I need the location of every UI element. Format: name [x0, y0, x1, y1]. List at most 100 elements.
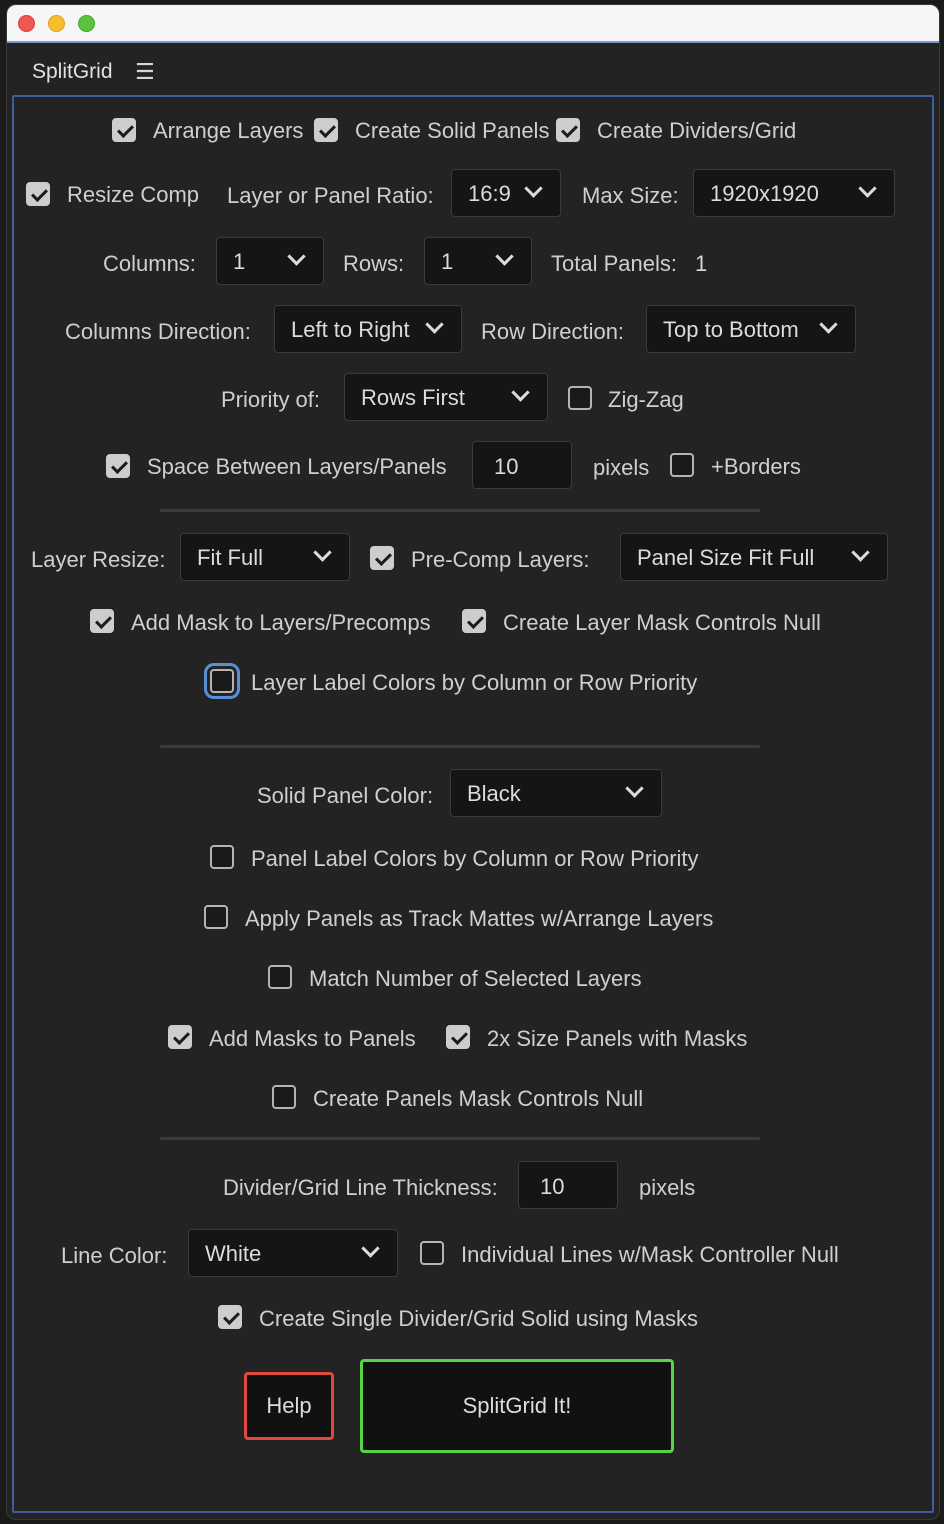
panels-mask-null-label: Create Panels Mask Controls Null [313, 1086, 644, 1111]
title-bar [7, 5, 939, 43]
layer-resize-value: Fit Full [197, 545, 263, 570]
solid-panel-color-dropdown[interactable]: Black [450, 769, 662, 817]
priority-dropdown[interactable]: Rows First [344, 373, 548, 421]
panels-mask-null-checkbox[interactable] [272, 1085, 296, 1109]
space-between-checkbox[interactable] [106, 454, 130, 478]
create-dividers-label: Create Dividers/Grid [597, 118, 797, 143]
chevron-down-icon [851, 543, 870, 562]
space-pixels-label: pixels [593, 455, 650, 480]
row-direction-dropdown[interactable]: Top to Bottom [646, 305, 856, 353]
borders-checkbox[interactable] [670, 453, 694, 477]
total-panels-value: 1 [695, 251, 708, 276]
columns-label: Columns: [103, 251, 196, 276]
priority-value: Rows First [361, 385, 465, 410]
chevron-down-icon [511, 383, 530, 402]
columns-dropdown[interactable]: 1 [216, 237, 324, 285]
chevron-down-icon [819, 315, 838, 334]
columns-direction-label: Columns Direction: [65, 319, 251, 344]
help-button[interactable]: Help [244, 1372, 334, 1440]
close-window-button[interactable] [18, 15, 35, 32]
line-color-label: Line Color: [61, 1243, 168, 1268]
columns-value: 1 [233, 249, 246, 274]
chevron-down-icon [425, 315, 444, 334]
individual-lines-label: Individual Lines w/Mask Controller Null [461, 1242, 839, 1267]
chevron-down-icon [495, 247, 514, 266]
layer-label-colors-checkbox[interactable] [210, 669, 234, 693]
rows-value: 1 [441, 249, 454, 274]
resize-comp-checkbox[interactable] [26, 182, 50, 206]
zig-zag-checkbox[interactable] [568, 386, 592, 410]
layer-resize-label: Layer Resize: [31, 547, 166, 572]
panel-label-colors-checkbox[interactable] [210, 845, 234, 869]
add-masks-panels-label: Add Masks to Panels [209, 1026, 416, 1051]
columns-direction-value: Left to Right [291, 317, 410, 342]
rows-label: Rows: [343, 251, 405, 276]
app-window: SplitGrid ☰ Arrange Layers Create Solid … [6, 4, 940, 1520]
track-mattes-checkbox[interactable] [204, 905, 228, 929]
row-direction-value: Top to Bottom [663, 317, 799, 342]
max-size-value: 1920x1920 [710, 181, 819, 206]
space-between-value: 10 [494, 454, 519, 479]
size-2x-panels-label: 2x Size Panels with Masks [487, 1026, 748, 1051]
create-solid-panels-checkbox[interactable] [314, 118, 338, 142]
single-solid-label: Create Single Divider/Grid Solid using M… [259, 1306, 698, 1331]
pre-comp-label: Pre-Comp Layers: [411, 547, 590, 572]
line-thickness-label: Divider/Grid Line Thickness: [223, 1175, 498, 1200]
match-number-label: Match Number of Selected Layers [309, 966, 642, 991]
chevron-down-icon [287, 247, 306, 266]
individual-lines-checkbox[interactable] [420, 1241, 444, 1265]
columns-direction-dropdown[interactable]: Left to Right [274, 305, 462, 353]
create-solid-panels-label: Create Solid Panels [355, 118, 550, 143]
splitgrid-panel: Arrange Layers Create Solid Panels Creat… [12, 95, 934, 1513]
ratio-label: Layer or Panel Ratio: [227, 183, 434, 208]
rows-dropdown[interactable]: 1 [424, 237, 532, 285]
separator [160, 509, 760, 512]
arrange-layers-checkbox[interactable] [112, 118, 136, 142]
row-direction-label: Row Direction: [481, 319, 625, 344]
layer-label-colors-label: Layer Label Colors by Column or Row Prio… [251, 670, 698, 695]
pre-comp-value: Panel Size Fit Full [637, 545, 815, 570]
layer-mask-null-checkbox[interactable] [462, 609, 486, 633]
ratio-dropdown[interactable]: 16:9 [451, 169, 561, 217]
size-2x-panels-checkbox[interactable] [446, 1025, 470, 1049]
solid-panel-color-label: Solid Panel Color: [257, 783, 434, 808]
match-number-checkbox[interactable] [268, 965, 292, 989]
chevron-down-icon [625, 779, 644, 798]
line-thickness-input[interactable]: 10 [518, 1161, 618, 1209]
add-masks-panels-checkbox[interactable] [168, 1025, 192, 1049]
create-dividers-checkbox[interactable] [556, 118, 580, 142]
layer-resize-dropdown[interactable]: Fit Full [180, 533, 350, 581]
solid-panel-color-value: Black [467, 781, 521, 806]
space-between-input[interactable]: 10 [472, 441, 572, 489]
priority-label: Priority of: [221, 387, 321, 412]
line-color-value: White [205, 1241, 262, 1266]
chevron-down-icon [858, 179, 877, 198]
max-size-label: Max Size: [582, 183, 679, 208]
arrange-layers-label: Arrange Layers [153, 118, 304, 143]
max-size-dropdown[interactable]: 1920x1920 [693, 169, 895, 217]
panel-label-colors-label: Panel Label Colors by Column or Row Prio… [251, 846, 699, 871]
borders-label: +Borders [711, 454, 801, 479]
space-between-label: Space Between Layers/Panels [147, 454, 447, 479]
layer-mask-null-label: Create Layer Mask Controls Null [503, 610, 821, 635]
chevron-down-icon [524, 179, 543, 198]
panel-title: SplitGrid [32, 60, 113, 83]
chevron-down-icon [361, 1239, 380, 1258]
line-color-dropdown[interactable]: White [188, 1229, 398, 1277]
chevron-down-icon [313, 543, 332, 562]
separator [160, 745, 760, 748]
track-mattes-label: Apply Panels as Track Mattes w/Arrange L… [245, 906, 714, 931]
add-mask-checkbox[interactable] [90, 609, 114, 633]
zoom-window-button[interactable] [78, 15, 95, 32]
splitgrid-it-button[interactable]: SplitGrid It! [360, 1359, 674, 1453]
thickness-pixels-label: pixels [639, 1175, 696, 1200]
single-solid-checkbox[interactable] [218, 1305, 242, 1329]
pre-comp-dropdown[interactable]: Panel Size Fit Full [620, 533, 888, 581]
add-mask-label: Add Mask to Layers/Precomps [131, 610, 431, 635]
pre-comp-checkbox[interactable] [370, 546, 394, 570]
separator [160, 1137, 760, 1140]
minimize-window-button[interactable] [48, 15, 65, 32]
panel-tab-bar: SplitGrid ☰ [7, 45, 939, 95]
hamburger-icon[interactable]: ☰ [135, 59, 155, 85]
total-panels-label: Total Panels: [551, 251, 677, 276]
